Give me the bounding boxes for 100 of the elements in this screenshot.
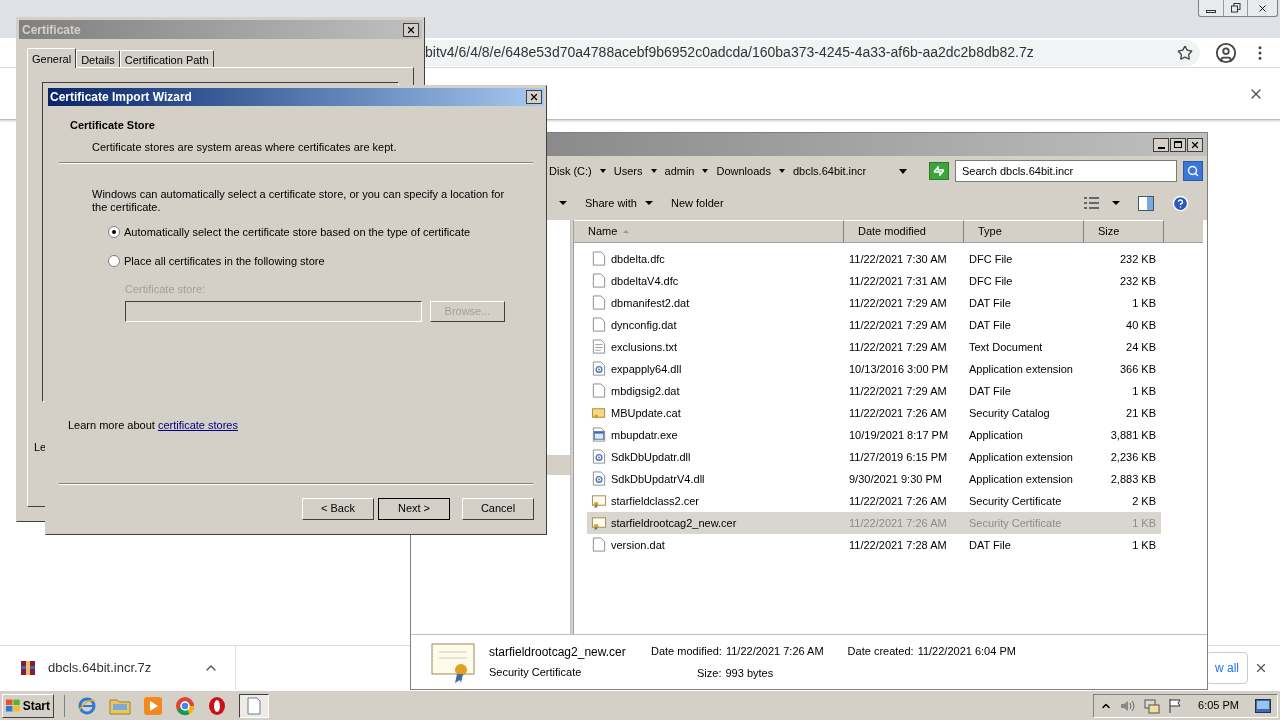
dialog-button[interactable]: Cancel xyxy=(462,497,534,520)
file-row[interactable]: starfieldclass2.cer 11/22/2021 7:26 AM Security Certificate 2 KB xyxy=(587,490,1161,512)
clock[interactable]: 6:05 PM xyxy=(1198,697,1239,714)
breadcrumb-item[interactable]: Disk (C:) xyxy=(549,162,592,180)
column-header[interactable]: Size xyxy=(1084,220,1164,242)
breadcrumb-item[interactable]: Users xyxy=(613,162,643,180)
view-list-icon[interactable] xyxy=(1084,196,1100,210)
document-icon xyxy=(247,696,261,715)
breadcrumb-item[interactable]: admin xyxy=(664,162,695,180)
breadcrumb-item[interactable]: Downloads xyxy=(716,162,771,180)
speaker-icon[interactable] xyxy=(1120,698,1137,713)
size-cell-text: 3,881 KB xyxy=(1109,427,1156,443)
caret-icon[interactable] xyxy=(778,169,785,173)
breadcrumb-item[interactable]: dbcls.64bit.incr xyxy=(792,162,867,180)
size-cell-text: 1 KB xyxy=(1131,383,1156,399)
file-icon xyxy=(591,471,607,487)
caret-icon[interactable] xyxy=(899,168,907,174)
tab[interactable]: General xyxy=(27,48,77,68)
caret-icon[interactable] xyxy=(559,201,567,205)
file-icon xyxy=(591,537,607,553)
file-row[interactable]: dbdelta.dfc 11/22/2021 7:30 AM DFC File 232 KB xyxy=(587,248,1161,270)
preview-pane-icon[interactable] xyxy=(1138,195,1154,211)
file-icon xyxy=(591,251,607,267)
opera-icon[interactable] xyxy=(207,695,227,716)
column-header[interactable]: Name xyxy=(574,220,844,242)
size-cell-text: 366 KB xyxy=(1118,361,1156,377)
browser-e-icon[interactable] xyxy=(77,695,97,716)
page-subheading: Certificate stores are system areas where certificates are kept. xyxy=(91,139,398,155)
file-row[interactable]: SdkDbUpdatrV4.dll 9/30/2021 9:30 PM Application extension 2,883 KB xyxy=(587,468,1161,490)
date-cell-text: 11/22/2021 7:29 AM xyxy=(848,317,948,333)
breadcrumb-bar[interactable]: Disk (C:) Users admin Downloads dbcls.64bit.incr xyxy=(549,160,923,182)
flag-icon[interactable] xyxy=(1168,697,1183,714)
start-button[interactable]: Start xyxy=(2,693,54,718)
file-row[interactable]: dbdeltaV4.dfc 11/22/2021 7:31 AM DFC File 232 KB xyxy=(587,270,1161,292)
show-desktop-icon[interactable] xyxy=(1255,698,1271,713)
caret-icon[interactable] xyxy=(650,169,657,173)
profile-icon[interactable] xyxy=(1215,41,1237,64)
date-cell-text: 11/22/2021 7:26 AM xyxy=(848,515,948,531)
radio-option[interactable]: Automatically select the certificate store based on the type of certificate xyxy=(108,224,514,241)
file-name: mbupdatr.exe xyxy=(611,427,678,443)
archive-icon xyxy=(20,660,36,676)
date-cell-text: 11/22/2021 7:29 AM xyxy=(848,295,948,311)
caret-icon[interactable] xyxy=(599,169,606,173)
type-cell-text: DAT File xyxy=(968,317,1012,333)
size-cell-text: 2 KB xyxy=(1131,493,1156,509)
size-cell-text: 2,883 KB xyxy=(1109,471,1156,487)
search-field[interactable]: Search dbcls.64bit.incr xyxy=(955,160,1177,182)
close-button[interactable] xyxy=(1187,137,1203,152)
file-name: SdkDbUpdatrV4.dll xyxy=(611,471,705,487)
details-value: 993 bytes xyxy=(725,666,774,681)
toolbar-button[interactable]: New folder xyxy=(671,194,724,212)
window-title: Certificate xyxy=(22,21,81,39)
type-cell-text: Security Catalog xyxy=(968,405,1051,421)
notepad-taskbar-button[interactable] xyxy=(239,693,269,718)
radio-button[interactable] xyxy=(108,226,120,239)
file-row[interactable]: dynconfig.dat 11/22/2021 7:29 AM DAT File 40 KB xyxy=(587,314,1161,336)
file-icon xyxy=(591,427,607,443)
caret-icon[interactable] xyxy=(1112,201,1120,205)
caret-icon[interactable] xyxy=(702,169,709,173)
network-icon[interactable] xyxy=(1144,697,1161,714)
details-label: Size: xyxy=(697,666,722,681)
file-row[interactable]: exclusions.txt 11/22/2021 7:29 AM Text Document 24 KB xyxy=(587,336,1161,358)
search-button[interactable] xyxy=(1183,161,1203,181)
file-row[interactable]: expapply64.dll 10/13/2016 3:00 PM Application extension 366 KB xyxy=(587,358,1161,380)
file-icon xyxy=(591,449,607,465)
help-icon[interactable] xyxy=(1172,194,1189,212)
column-header[interactable]: Type xyxy=(964,220,1084,242)
close-button[interactable] xyxy=(526,90,542,104)
file-name: dbmanifest2.dat xyxy=(611,295,690,311)
maximize-button[interactable] xyxy=(1170,137,1186,152)
file-row[interactable]: mbupdatr.exe 10/19/2021 8:17 PM Application 3,881 KB xyxy=(587,424,1161,446)
radio-button[interactable] xyxy=(108,254,120,267)
chrome-icon[interactable] xyxy=(175,695,195,716)
dialog-button[interactable]: Next > xyxy=(378,497,450,520)
close-button[interactable] xyxy=(403,22,419,37)
file-row[interactable]: mbdigsig2.dat 11/22/2021 7:29 AM DAT File 1 KB xyxy=(587,380,1161,402)
file-name: expapply64.dll xyxy=(611,361,682,377)
column-header[interactable]: Date modified xyxy=(844,220,964,242)
type-cell-text: Application extension xyxy=(968,449,1074,465)
file-row[interactable]: MBUpdate.cat 11/22/2021 7:26 AM Security Catalog 21 KB xyxy=(587,402,1161,424)
refresh-button[interactable] xyxy=(929,162,949,180)
file-row[interactable]: SdkDbUpdatr.dll 11/27/2019 6:15 PM Application extension 2,236 KB xyxy=(587,446,1161,468)
file-row[interactable]: starfieldrootcag2_new.cer 11/22/2021 7:26 AM Security Certificate 1 KB xyxy=(587,512,1161,534)
dialog-button[interactable]: < Back xyxy=(302,497,374,520)
bookmark-star-icon[interactable] xyxy=(1177,44,1193,61)
date-cell-text: 10/19/2021 8:17 PM xyxy=(848,427,950,443)
windows-flag-icon xyxy=(6,698,21,713)
type-cell-text: Security Certificate xyxy=(968,515,1063,531)
radio-option[interactable]: Place all certificates in the following store xyxy=(108,252,514,269)
date-cell-text: 11/22/2021 7:29 AM xyxy=(848,339,948,355)
size-cell-text: 1 KB xyxy=(1131,295,1156,311)
tab[interactable]: Details xyxy=(76,50,120,67)
close-icon[interactable] xyxy=(1254,661,1268,675)
certificate-store-field[interactable] xyxy=(125,300,422,322)
minimize-button[interactable] xyxy=(1153,137,1169,152)
file-row[interactable]: version.dat 11/22/2021 7:28 AM DAT File 1 KB xyxy=(587,534,1161,556)
file-row[interactable]: dbmanifest2.dat 11/22/2021 7:29 AM DAT File 1 KB xyxy=(587,292,1161,314)
certificate-stores-link[interactable]: certificate stores xyxy=(157,418,238,431)
toolbar-button[interactable]: Share with xyxy=(585,194,653,212)
tab[interactable]: Certification Path xyxy=(119,50,214,67)
